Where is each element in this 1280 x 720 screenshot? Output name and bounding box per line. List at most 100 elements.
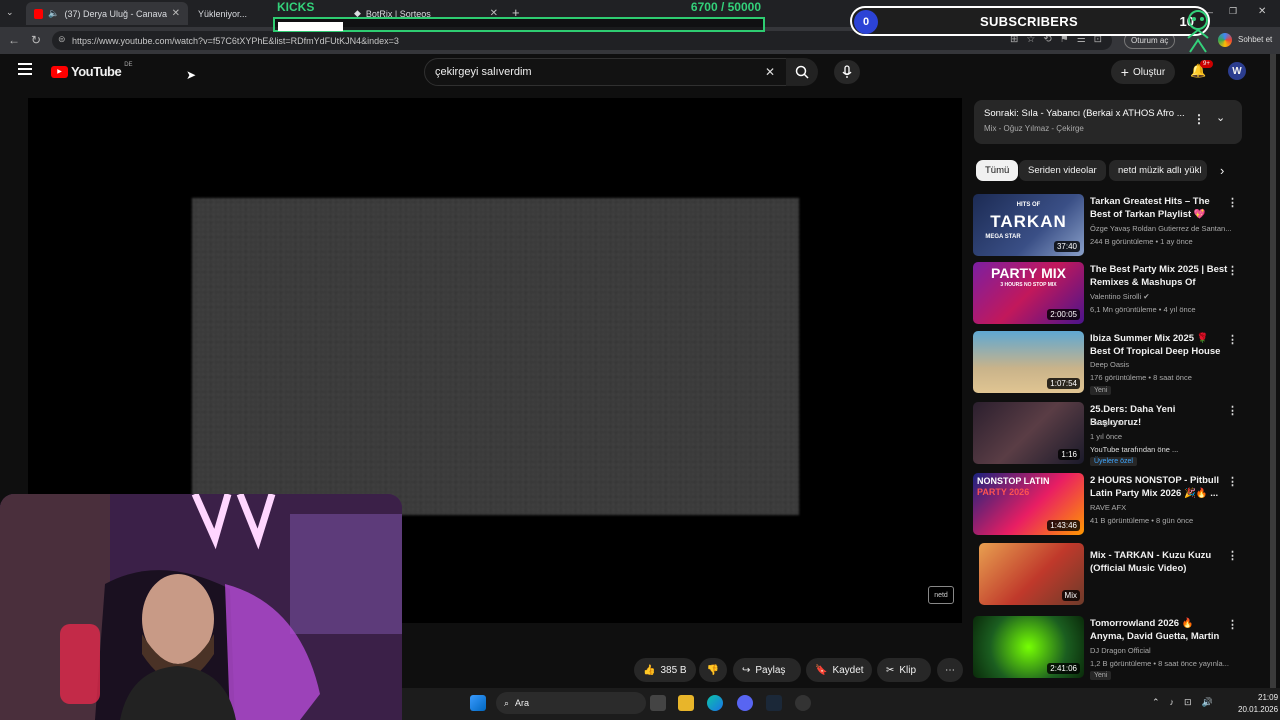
video-title[interactable]: Tomorrowland 2026 🔥 Anyma, David Guetta,… (1090, 617, 1228, 644)
new-badge: Yeni (1090, 386, 1112, 395)
search-input[interactable]: çekirgeyi salıverdim ✕ (424, 58, 788, 86)
clip-button[interactable]: ✂ Klip (877, 658, 931, 682)
video-thumbnail[interactable]: NONSTOP LATIN PARTY 2026 1:43:46 (973, 473, 1084, 535)
chat-label[interactable]: Sohbet et (1238, 35, 1272, 44)
steam-icon[interactable] (766, 695, 782, 711)
channel-name[interactable]: DJ Dragon Official (1090, 646, 1235, 655)
video-thumbnail[interactable]: 1:07:54 (973, 331, 1084, 393)
voice-search-button[interactable] (834, 60, 860, 84)
video-thumbnail[interactable]: 2:41:06 (973, 616, 1084, 678)
chip-all[interactable]: Tümü (976, 160, 1019, 181)
youtube-favicon-icon (34, 8, 44, 19)
notification-count-badge: 9+ (1200, 60, 1213, 68)
back-icon[interactable]: ← (8, 33, 20, 47)
edge-browser-icon[interactable] (707, 695, 723, 711)
video-title[interactable]: Mix - TARKAN - Kuzu Kuzu (Official Music… (1090, 549, 1228, 575)
copilot-icon[interactable] (1218, 33, 1232, 47)
list-item[interactable]: Mix Mix - TARKAN - Kuzu Kuzu (Official M… (973, 543, 1243, 607)
play-logo-icon: ▶ (51, 65, 68, 78)
list-item[interactable]: NONSTOP LATIN PARTY 2026 1:43:46 2 HOURS… (973, 473, 1243, 537)
members-only-badge: Üyelere özel (1090, 457, 1137, 466)
list-item[interactable]: HITS OF TARKAN MEGA STAR 37:40 Tarkan Gr… (973, 194, 1243, 258)
video-more-icon[interactable]: ⋮ (1227, 475, 1238, 488)
video-title[interactable]: 2 HOURS NONSTOP - Pitbull Latin Party Mi… (1090, 474, 1228, 500)
file-explorer-icon[interactable] (678, 695, 694, 711)
video-thumbnail[interactable]: 1:16 (973, 402, 1084, 464)
video-more-icon[interactable]: ⋮ (1227, 549, 1238, 562)
channel-name[interactable]: HangiOnur (1090, 418, 1235, 427)
speaker-icon: 🔈 (48, 8, 60, 18)
create-button[interactable]: + Oluştur (1111, 60, 1175, 84)
youtube-logo[interactable]: ▶ YouTube DE (51, 62, 133, 79)
list-item[interactable]: PARTY MIX 3 HOURS NO STOP MIX 2:00:05 Th… (973, 262, 1243, 326)
next-subtitle: Mix - Oğuz Yılmaz - Çekirge (984, 124, 1084, 133)
close-window-icon[interactable]: ✕ (1258, 6, 1266, 17)
kicks-progress-fill (278, 22, 343, 31)
channel-name[interactable]: Deep Oasis (1090, 360, 1235, 369)
clip-label: Klip (899, 664, 917, 676)
chevron-right-icon[interactable]: › (1220, 163, 1224, 178)
video-more-icon[interactable]: ⋮ (1227, 618, 1238, 631)
chip-series[interactable]: Seriden videolar (1019, 160, 1106, 181)
list-item[interactable]: 1:16 25.Ders: Daha Yeni Başlıyoruz! Hang… (973, 402, 1243, 466)
video-meta: 41 B görüntüleme • 8 gün önce (1090, 516, 1194, 525)
up-next-card[interactable]: Sonraki: Sıla - Yabancı (Berkai x ATHOS … (974, 100, 1242, 144)
list-item[interactable]: 2:41:06 Tomorrowland 2026 🔥 Anyma, David… (973, 616, 1243, 680)
dislike-button[interactable]: 👎 (699, 658, 727, 682)
channel-name[interactable]: RAVE AFX (1090, 503, 1235, 512)
menu-icon[interactable] (18, 63, 32, 75)
mouse-cursor-icon: ➤ (186, 68, 197, 82)
video-thumbnail[interactable]: PARTY MIX 3 HOURS NO STOP MIX 2:00:05 (973, 262, 1084, 324)
close-tab-icon[interactable]: ✕ (172, 8, 180, 19)
featured-note: YouTube tarafından öne ... (1090, 445, 1179, 454)
next-more-icon[interactable]: ⋮ (1193, 112, 1205, 126)
video-static-frame (192, 198, 799, 515)
video-more-icon[interactable]: ⋮ (1227, 196, 1238, 209)
reload-icon[interactable]: ↻ (31, 33, 41, 47)
avatar[interactable]: W (1228, 62, 1246, 80)
discord-icon[interactable] (737, 695, 753, 711)
video-thumbnail[interactable]: HITS OF TARKAN MEGA STAR 37:40 (973, 194, 1084, 256)
like-button[interactable]: 👍 385 B (634, 658, 696, 682)
video-thumbnail[interactable]: Mix (979, 543, 1084, 605)
tab-youtube[interactable]: 🔈 (37) Derya Uluğ - Canavar - Yo ✕ (26, 2, 188, 25)
subs-count: 0 (854, 10, 878, 34)
kicks-goal-overlay: KICKS 6700 / 50000 (273, 0, 765, 34)
windows-start-icon[interactable] (470, 695, 486, 711)
obs-icon[interactable] (795, 695, 811, 711)
chip-netd[interactable]: netd müzik adlı yükl (1109, 160, 1207, 181)
duration-badge: 1:43:46 (1047, 520, 1080, 531)
create-label: Oluştur (1132, 66, 1166, 78)
save-button[interactable]: 🔖 Kaydet (806, 658, 872, 682)
video-title[interactable]: The Best Party Mix 2025 | Best Remixes &… (1090, 263, 1228, 290)
kicks-label: KICKS (277, 0, 315, 14)
list-item[interactable]: 1:07:54 Ibiza Summer Mix 2025 🌹 Best Of … (973, 331, 1243, 395)
tab-loading[interactable]: Yükleniyor... (190, 2, 280, 25)
video-meta: 6,1 Mn görüntüleme • 4 yıl önce (1090, 305, 1196, 314)
video-title[interactable]: Ibiza Summer Mix 2025 🌹 Best Of Tropical… (1090, 332, 1228, 359)
video-more-icon[interactable]: ⋮ (1227, 264, 1238, 277)
video-meta: 176 görüntüleme • 8 saat önce (1090, 373, 1192, 382)
clear-search-icon[interactable]: ✕ (765, 65, 775, 79)
system-tray-icons[interactable]: ⌃♪⊡🔊 (1152, 697, 1223, 708)
channel-name[interactable]: Valentino Sirolli ✔ (1090, 292, 1235, 301)
site-info-icon[interactable]: ⊜ (58, 34, 66, 45)
video-meta: 244 B görüntüleme • 1 ay önce (1090, 237, 1193, 246)
share-button[interactable]: ↪ Paylaş (733, 658, 801, 682)
channel-name[interactable]: Özge Yavaş Roldan Gutierrez de Santan... (1090, 224, 1235, 233)
page-scrollbar[interactable] (1270, 54, 1276, 688)
video-title[interactable]: Tarkan Greatest Hits – The Best of Tarka… (1090, 195, 1228, 221)
more-actions-button[interactable]: ⋯ (937, 658, 963, 682)
maximize-icon[interactable]: ❐ (1229, 6, 1237, 17)
video-more-icon[interactable]: ⋮ (1227, 404, 1238, 417)
webcam-overlay (0, 494, 402, 720)
tab-list-chevron-icon[interactable]: ⌄ (6, 7, 14, 18)
taskbar-search[interactable]: ⌕ Ara (496, 692, 646, 714)
session-label: Oturum aç (1131, 36, 1169, 45)
thumb-text: NONSTOP LATIN (977, 476, 1050, 486)
taskbar-clock[interactable]: 21:09 20.01.2026 (1238, 692, 1278, 716)
chevron-down-icon[interactable]: ⌄ (1216, 111, 1225, 124)
task-view-icon[interactable] (650, 695, 666, 711)
video-more-icon[interactable]: ⋮ (1227, 333, 1238, 346)
search-button[interactable] (786, 58, 818, 86)
